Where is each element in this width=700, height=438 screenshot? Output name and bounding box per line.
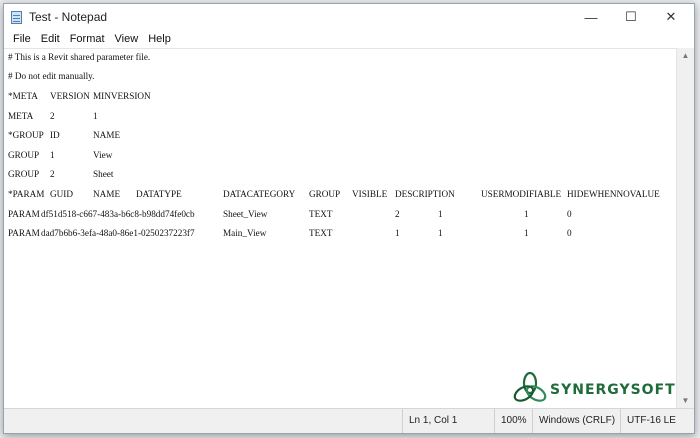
maximize-button[interactable]: ☐ xyxy=(611,4,651,30)
text-token: GROUP xyxy=(8,150,40,160)
text-token: View xyxy=(93,150,113,160)
close-button[interactable]: ✕ xyxy=(651,4,691,30)
text-token: VERSION xyxy=(50,91,90,101)
text-token: GUID xyxy=(50,189,73,199)
scroll-up-icon[interactable]: ▲ xyxy=(677,48,694,64)
menu-edit[interactable]: Edit xyxy=(36,33,65,45)
window-title: Test - Notepad xyxy=(29,10,108,24)
text-token: DATACATEGORY xyxy=(223,189,296,199)
line-ending: Windows (CRLF) xyxy=(532,409,620,433)
text-token: MINVERSION xyxy=(93,91,151,101)
text-token: 1 xyxy=(524,228,529,238)
text-token: NAME xyxy=(93,130,121,140)
scroll-down-icon[interactable]: ▼ xyxy=(677,393,694,409)
text-token: NAME xyxy=(93,189,121,199)
text-token: Sheet xyxy=(93,169,114,179)
synergysoft-emblem-icon xyxy=(513,371,547,402)
text-token: 2 xyxy=(395,209,400,219)
title-bar[interactable]: Test - Notepad — ☐ ✕ xyxy=(4,4,694,30)
text-token: 1 xyxy=(93,111,98,121)
text-token: dad7b6b6-3efa-48a0-86e1-0250237223f7 xyxy=(41,228,195,238)
text-token: TEXT xyxy=(309,209,333,219)
text-token: HIDEWHENNOVALUE xyxy=(567,189,660,199)
text-token: DATATYPE xyxy=(136,189,182,199)
text-token: Main_View xyxy=(223,228,267,238)
text-token: 0 xyxy=(567,228,572,238)
text-token: 1 xyxy=(395,228,400,238)
text-token: *META xyxy=(8,91,38,101)
text-token: 1 xyxy=(438,209,443,219)
text-token: 1 xyxy=(50,150,55,160)
text-token: 2 xyxy=(50,111,55,121)
menu-file[interactable]: File xyxy=(8,33,36,45)
text-token: Sheet_View xyxy=(223,209,268,219)
menu-view[interactable]: View xyxy=(110,33,144,45)
watermark-text: SYNERGYSOFT xyxy=(550,382,676,398)
minimize-button[interactable]: — xyxy=(571,4,611,30)
text-token: df51d518-c667-483a-b6c8-b98dd74fe0cb xyxy=(41,209,195,219)
vertical-scrollbar[interactable]: ▲ ▼ xyxy=(676,48,694,409)
text-editor[interactable]: # This is a Revit shared parameter file.… xyxy=(4,48,677,409)
notepad-icon xyxy=(11,11,22,24)
text-token: GROUP xyxy=(309,189,341,199)
text-token: *GROUP xyxy=(8,130,44,140)
cursor-position: Ln 1, Col 1 xyxy=(402,409,494,433)
text-token: 1 xyxy=(438,228,443,238)
text-token: GROUP xyxy=(8,169,40,179)
comment-line: # Do not edit manually. xyxy=(8,71,95,81)
text-token: PARAM xyxy=(8,209,40,219)
status-bar: Ln 1, Col 1 100% Windows (CRLF) UTF-16 L… xyxy=(4,408,694,433)
text-token: ID xyxy=(50,130,60,140)
text-token: 0 xyxy=(567,209,572,219)
menu-help[interactable]: Help xyxy=(143,33,176,45)
text-token: DESCRIPTION xyxy=(395,189,455,199)
text-token: USERMODIFIABLE xyxy=(481,189,562,199)
synergysoft-logo: SYNERGYSOFT xyxy=(512,370,675,410)
encoding: UTF-16 LE xyxy=(620,409,696,433)
text-token: 1 xyxy=(524,209,529,219)
zoom-level: 100% xyxy=(494,409,532,433)
text-token: VISIBLE xyxy=(352,189,388,199)
text-token: 2 xyxy=(50,169,55,179)
comment-line: # This is a Revit shared parameter file. xyxy=(8,52,151,62)
menu-bar: File Edit Format View Help xyxy=(4,30,694,48)
menu-format[interactable]: Format xyxy=(65,33,110,45)
text-token: PARAM xyxy=(8,228,40,238)
text-token: *PARAM xyxy=(8,189,45,199)
text-token: META xyxy=(8,111,34,121)
text-token: TEXT xyxy=(309,228,333,238)
